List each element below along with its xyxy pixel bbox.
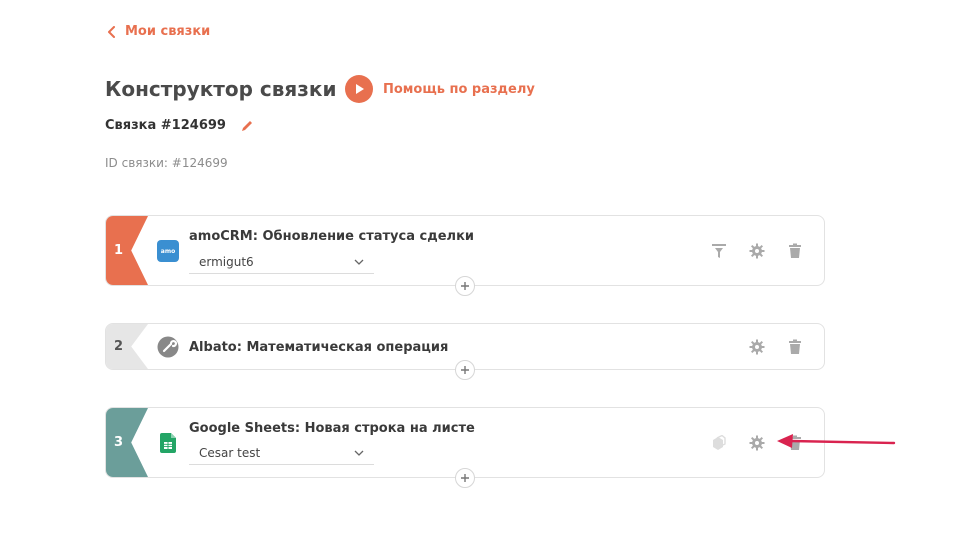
bundle-name: Связка #124699	[105, 118, 254, 133]
help-label: Помощь по разделу	[383, 81, 535, 97]
amocrm-icon-label: amo	[160, 247, 176, 255]
step-number: 3	[106, 408, 148, 477]
step-card-1: 1 amo amoCRM: Обновление статуса сделки …	[105, 215, 825, 296]
plus-icon	[461, 366, 469, 374]
account-select-value: ermigut6	[199, 254, 254, 269]
gear-icon[interactable]	[748, 434, 766, 452]
duplicate-icon[interactable]	[710, 434, 728, 452]
bundle-id: ID связки: #124699	[105, 156, 228, 170]
annotation-arrow	[777, 434, 896, 448]
account-select[interactable]: ermigut6	[189, 250, 374, 274]
wrench-icon	[157, 336, 179, 358]
step-card-2: 2 Albato: Математическая операция	[105, 323, 825, 380]
google-sheets-icon	[157, 432, 179, 454]
chevron-down-icon	[354, 259, 364, 265]
step-number: 1	[106, 216, 148, 285]
gear-icon[interactable]	[748, 242, 766, 260]
step-card-3: 3 Google Sheets: Новая строка на листе C…	[105, 407, 825, 488]
back-link[interactable]: Мои связки	[107, 24, 210, 39]
chevron-left-icon	[108, 25, 115, 38]
help-button[interactable]: Помощь по разделу	[345, 75, 535, 103]
pencil-icon[interactable]	[240, 119, 254, 133]
bundle-name-text: Связка #124699	[105, 118, 226, 133]
play-icon	[345, 75, 373, 103]
filter-icon[interactable]	[710, 242, 728, 260]
plus-icon	[461, 282, 469, 290]
trash-icon[interactable]	[786, 338, 804, 356]
page-title: Конструктор связки	[105, 77, 337, 101]
step-title: Albato: Математическая операция	[189, 340, 449, 355]
step-title: Google Sheets: Новая строка на листе	[189, 421, 475, 436]
amocrm-icon: amo	[157, 240, 179, 262]
step-number: 2	[106, 324, 148, 369]
account-select[interactable]: Cesar test	[189, 441, 374, 465]
gear-icon[interactable]	[748, 338, 766, 356]
account-select-value: Cesar test	[199, 445, 261, 460]
back-link-label: Мои связки	[125, 24, 211, 39]
add-step-button[interactable]	[455, 360, 475, 380]
add-step-button[interactable]	[455, 468, 475, 488]
step-title: amoCRM: Обновление статуса сделки	[189, 229, 475, 244]
add-step-button[interactable]	[455, 276, 475, 296]
plus-icon	[461, 474, 469, 482]
trash-icon[interactable]	[786, 242, 804, 260]
chevron-down-icon	[354, 450, 364, 456]
